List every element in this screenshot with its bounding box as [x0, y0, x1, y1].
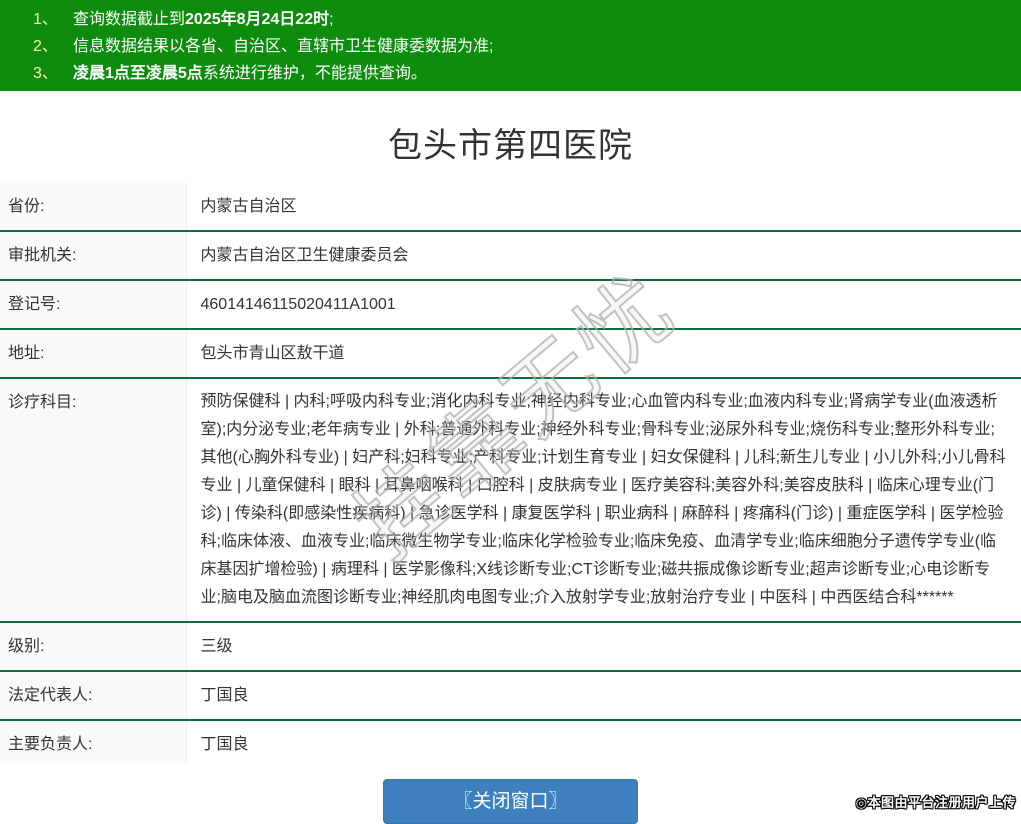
table-row-departments: 诊疗科目: 预防保健科 | 内科;呼吸内科专业;消化内科专业;神经内科专业;心血…	[0, 378, 1021, 622]
notice-item-2: 2、 信息数据结果以各省、自治区、直辖市卫生健康委数据为准;	[33, 33, 1011, 60]
field-label: 登记号:	[0, 280, 187, 329]
field-value: 46014146115020411A1001	[200, 296, 396, 313]
field-value: 丁国良	[200, 687, 249, 704]
notice-text-bold: 凌晨1点至凌晨5点	[73, 65, 203, 82]
hospital-info-table-wrap: 省份: 内蒙古自治区 审批机关: 内蒙古自治区卫生健康委员会 登记号: 4601…	[0, 183, 1021, 763]
page-title: 包头市第四医院	[388, 127, 633, 165]
notice-text: 信息数据结果以各省、自治区、直辖市卫生健康委数据为准;	[73, 38, 494, 55]
notice-text: 查询数据截止到	[73, 11, 186, 28]
notice-text: ;	[329, 11, 334, 28]
table-row-address: 地址: 包头市青山区敖干道	[0, 329, 1021, 378]
notice-number: 2、	[33, 38, 58, 55]
table-row-level: 级别: 三级	[0, 622, 1021, 671]
notice-number: 3、	[33, 65, 58, 82]
table-row-principal: 主要负责人: 丁国良	[0, 720, 1021, 763]
field-label: 省份:	[0, 183, 187, 231]
field-label: 法定代表人:	[0, 671, 187, 720]
notice-item-1: 1、 查询数据截止到2025年8月24日22时;	[33, 6, 1011, 33]
field-value: 三级	[200, 638, 233, 655]
table-row-province: 省份: 内蒙古自治区	[0, 183, 1021, 231]
field-label: 审批机关:	[0, 231, 187, 280]
notice-banner: 1、 查询数据截止到2025年8月24日22时; 2、 信息数据结果以各省、自治区、…	[0, 0, 1021, 91]
table-row-approval-authority: 审批机关: 内蒙古自治区卫生健康委员会	[0, 231, 1021, 280]
close-window-button[interactable]: 〖关闭窗口〗	[383, 779, 638, 824]
field-value: 内蒙古自治区卫生健康委员会	[200, 247, 409, 264]
field-label: 诊疗科目:	[0, 378, 187, 622]
table-row-legal-representative: 法定代表人: 丁国良	[0, 671, 1021, 720]
footer-button-area: 〖关闭窗口〗	[0, 779, 1021, 824]
notice-text: 系统进行维护，不能提供查询。	[202, 65, 427, 82]
notice-number: 1、	[33, 11, 58, 28]
field-value: 包头市青山区敖干道	[200, 345, 345, 362]
field-label: 地址:	[0, 329, 187, 378]
field-value: 预防保健科 | 内科;呼吸内科专业;消化内科专业;神经内科专业;心血管内科专业;…	[200, 393, 1006, 606]
field-label: 主要负责人:	[0, 720, 187, 763]
notice-item-3: 3、 凌晨1点至凌晨5点系统进行维护，不能提供查询。	[33, 60, 1011, 87]
notice-text-bold: 2025年8月24日22时	[185, 11, 330, 28]
hospital-info-table: 省份: 内蒙古自治区 审批机关: 内蒙古自治区卫生健康委员会 登记号: 4601…	[0, 183, 1021, 763]
field-value: 丁国良	[200, 736, 249, 753]
field-label: 级别:	[0, 622, 187, 671]
field-value: 内蒙古自治区	[200, 198, 297, 215]
table-row-registration-number: 登记号: 46014146115020411A1001	[0, 280, 1021, 329]
